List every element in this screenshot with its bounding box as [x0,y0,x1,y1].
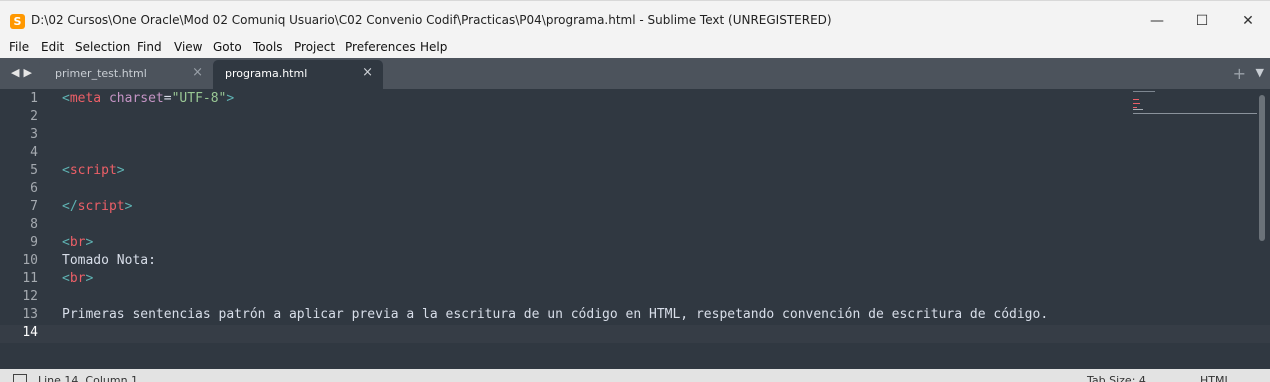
line-number: 9 [30,235,38,250]
menu-project[interactable]: Project [294,40,335,54]
code-line-9: <br> [62,235,93,250]
menu-view[interactable]: View [174,40,202,54]
line-number: 1 [30,91,38,106]
bracket-open: </ [62,199,78,214]
code-line-5: <script> [62,163,125,178]
code-line-10: Tomado Nota: [62,253,156,268]
bracket-open: < [62,271,70,286]
menu-bar: File Edit Selection Find View Goto Tools… [0,37,1270,58]
tab-nav-arrows-icon[interactable]: ◀▶ [11,66,36,79]
line-number: 12 [22,289,38,304]
tab-programa[interactable]: programa.html × [213,60,383,89]
tag-name: script [77,199,125,214]
vertical-scrollbar[interactable] [1259,95,1265,241]
minimap-line [1133,103,1140,104]
title-bar: S D:\02 Cursos\One Oracle\Mod 02 Comuniq… [0,0,1270,38]
code-line-7: </script> [62,199,132,214]
line-number: 8 [30,217,38,232]
tab-size-selector[interactable]: Tab Size: 4 [1087,374,1146,382]
minimap[interactable] [1133,91,1258,121]
minimap-line [1133,91,1155,92]
minimap-line [1133,113,1257,114]
tab-close-icon[interactable]: × [362,65,373,80]
bracket-open: < [62,91,70,106]
attribute-name: charset [108,91,164,106]
line-number: 7 [30,199,38,214]
current-line-highlight [0,325,1270,343]
tab-close-icon[interactable]: × [192,65,203,80]
line-number: 5 [30,163,38,178]
bracket-open: < [62,235,70,250]
bracket-close: > [85,235,94,250]
code-line-11: <br> [62,271,93,286]
menu-goto[interactable]: Goto [213,40,242,54]
line-number: 4 [30,145,38,160]
tag-name: meta [69,91,102,106]
tag-name: script [69,163,117,178]
tab-primer-test[interactable]: primer_test.html × [39,60,213,89]
attribute-value: "UTF-8" [171,91,227,106]
panel-toggle-icon[interactable] [13,374,27,382]
menu-preferences[interactable]: Preferences [345,40,416,54]
menu-help[interactable]: Help [420,40,447,54]
line-number: 10 [22,253,38,268]
line-number: 6 [30,181,38,196]
status-bar: Line 14, Column 1 Tab Size: 4 HTML [0,369,1270,382]
tab-label: programa.html [225,67,308,80]
bracket-close: > [124,199,133,214]
close-window-button[interactable]: ✕ [1238,11,1258,31]
bracket-close: > [116,163,125,178]
bracket-close: > [85,271,94,286]
code-line-1: <meta charset="UTF-8"> [62,91,234,106]
tag-name: br [69,235,86,250]
line-number-gutter: 1 2 3 4 5 6 7 8 9 10 11 12 13 14 [0,89,56,369]
sublime-window: S D:\02 Cursos\One Oracle\Mod 02 Comuniq… [0,0,1270,382]
minimap-line [1133,99,1139,100]
minimap-line [1133,107,1137,108]
sublime-logo-icon: S [10,14,25,29]
line-number-current: 14 [22,325,38,340]
menu-edit[interactable]: Edit [41,40,64,54]
tab-label: primer_test.html [55,67,147,80]
cursor-position: Line 14, Column 1 [38,374,139,382]
line-number: 2 [30,109,38,124]
line-number: 11 [22,271,38,286]
syntax-selector[interactable]: HTML [1200,374,1231,382]
tab-list-dropdown-icon[interactable]: ▼ [1256,66,1264,79]
menu-selection[interactable]: Selection [75,40,130,54]
bracket-close: > [226,91,235,106]
minimize-button[interactable]: — [1147,11,1167,31]
code-line-13: Primeras sentencias patrón a aplicar pre… [62,307,1049,322]
menu-file[interactable]: File [9,40,29,54]
new-tab-plus-icon[interactable]: + [1233,64,1246,83]
tag-name: br [69,271,86,286]
window-title: D:\02 Cursos\One Oracle\Mod 02 Comuniq U… [31,13,832,27]
menu-tools[interactable]: Tools [253,40,283,54]
code-editor[interactable]: 1 2 3 4 5 6 7 8 9 10 11 12 13 14 <meta c… [0,89,1270,369]
tab-bar: ◀▶ primer_test.html × programa.html × + … [0,58,1270,89]
menu-find[interactable]: Find [137,40,162,54]
line-number: 13 [22,307,38,322]
maximize-button[interactable]: ☐ [1192,11,1212,31]
bracket-open: < [62,163,70,178]
minimap-line [1133,109,1143,110]
equals-sign: = [163,91,172,106]
line-number: 3 [30,127,38,142]
